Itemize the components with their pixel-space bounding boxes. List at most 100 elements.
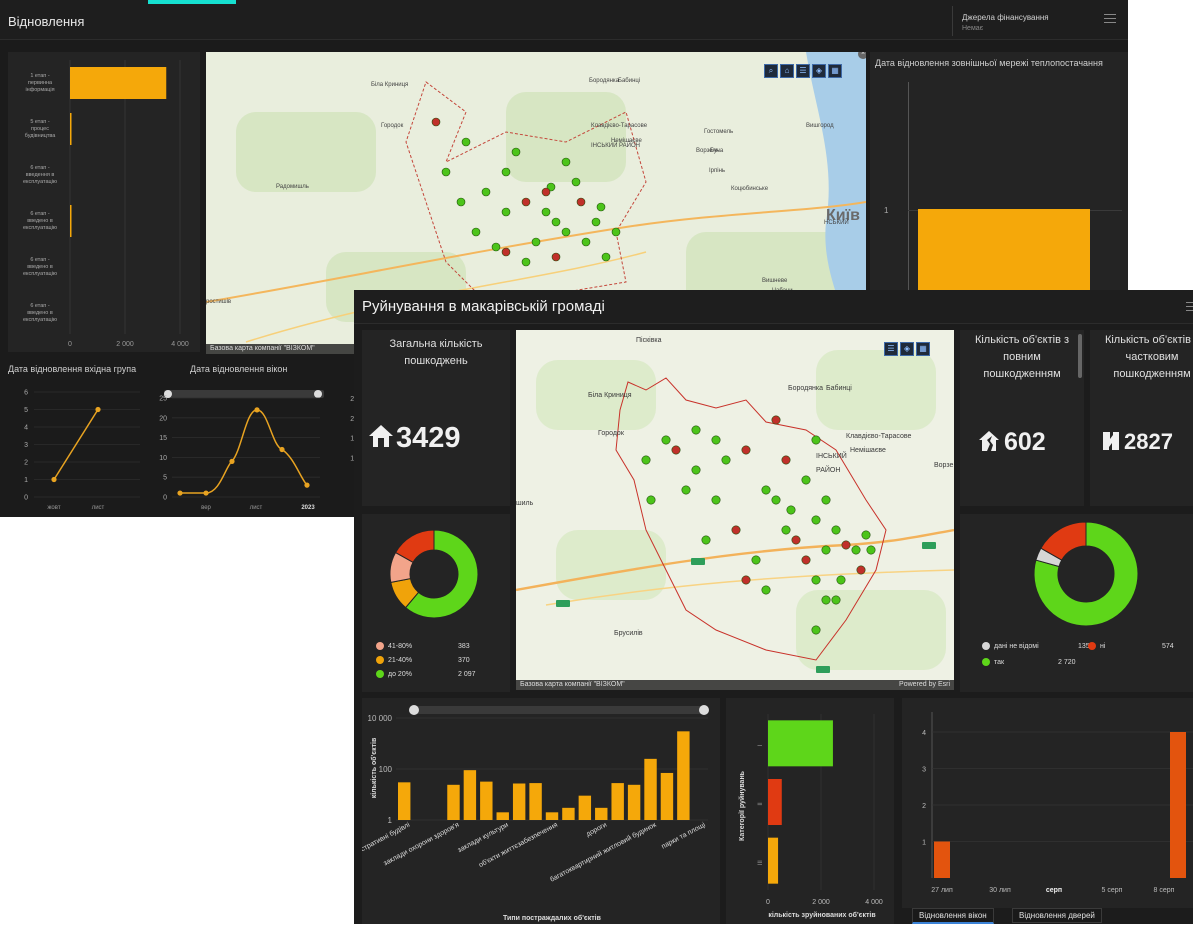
time-x-tick: серп: [1046, 887, 1062, 894]
damage-marker: [646, 495, 656, 505]
damage-marker: [741, 445, 751, 455]
windows-point: [229, 458, 235, 464]
windows-repair-timeline-chart: 1 2 3 4 27 лип 30 лип серп 5 серп 8 серп: [922, 712, 1193, 894]
time-x-tick: 30 лип: [989, 887, 1011, 894]
types-bar: [512, 783, 526, 820]
cats-bar: [768, 837, 779, 884]
stage-category-label: первинна: [28, 80, 53, 86]
types-category-label: дороги: [585, 822, 608, 839]
object-types-panel: 1 100 10 000 адміністративні будівлі заклади…: [342, 698, 720, 924]
accent-mark: [148, 0, 236, 4]
basemap-icon[interactable]: ▦: [916, 342, 930, 356]
damage-marker: [821, 545, 831, 555]
damage-marker: [821, 595, 831, 605]
map-place-label: Коцюбинське: [731, 186, 769, 192]
search-icon[interactable]: ⌕: [764, 64, 778, 78]
cats-bar: [768, 720, 833, 767]
map-place-label: Буча: [710, 148, 724, 154]
legend-row: дані не відомі 135: [982, 642, 1090, 650]
stage-category-label: інформація: [25, 87, 54, 93]
damage-marker: [751, 555, 761, 565]
windows-line: [180, 409, 308, 494]
windows-point: [304, 482, 310, 488]
damage-marker: [791, 535, 801, 545]
windows-point: [279, 446, 285, 453]
damage-marker: [836, 575, 846, 585]
types-bar: [562, 807, 575, 820]
partial-damage-kpi-panel: Кількість об'єктів з частковим пошкоджен…: [1090, 330, 1193, 506]
total-kpi-value: 3429: [396, 422, 461, 454]
heat-y-tick: 1: [884, 206, 889, 215]
stage-category-label: експлуатацію: [23, 179, 57, 185]
legend-icon[interactable]: ☰: [884, 342, 898, 356]
cats-x-tick: 2 000: [812, 899, 830, 906]
full-damage-scroll[interactable]: [1078, 334, 1082, 378]
map-place-label: Клавдієво-Тарасове: [591, 123, 648, 129]
cats-x-label: кількість зруйнованих об'єктів: [768, 911, 876, 919]
damage-marker: [491, 242, 501, 252]
windows-y-tick: 15: [159, 435, 167, 442]
stage-category-label: 6 етап -: [30, 211, 49, 217]
time-bar: [1170, 732, 1186, 878]
damage-marker: [431, 117, 441, 127]
damage-marker: [721, 455, 731, 465]
damage-marker: [591, 217, 601, 227]
cats-y-label: Категорії руйнувань: [738, 770, 746, 841]
legend-swatch: [376, 642, 384, 650]
stage-category-label: 6 етап -: [30, 303, 49, 309]
damage-marker: [671, 445, 681, 455]
legend-value: 2 097: [458, 670, 476, 678]
damage-marker: [661, 435, 671, 445]
damage-marker: [581, 237, 591, 247]
layers-icon[interactable]: ◈: [812, 64, 826, 78]
types-bar: [627, 784, 641, 820]
windows-point: [177, 490, 183, 496]
front-menu-icon[interactable]: [1186, 302, 1193, 312]
entrance-point: [95, 406, 101, 413]
close-icon[interactable]: ×: [858, 52, 866, 59]
menu-icon[interactable]: [1104, 14, 1116, 24]
map-place-label: ІНСЬКИЙ: [816, 451, 847, 460]
road-shield: [816, 666, 830, 673]
map-place-label: Вишневе: [762, 278, 788, 284]
legend-icon[interactable]: ☰: [796, 64, 810, 78]
damage-marker: [576, 197, 586, 207]
map-place-label: Радомишль: [276, 184, 309, 190]
damage-marker: [471, 227, 481, 237]
map-place-label: Клавдієво-Тарасове: [846, 432, 912, 440]
layers-icon[interactable]: ◈: [900, 342, 914, 356]
time-y-tick: 1: [922, 840, 926, 847]
damage-marker: [511, 147, 521, 157]
windows-y-tick: 25: [159, 396, 167, 403]
types-bar: [595, 807, 608, 820]
damage-marker: [831, 525, 841, 535]
damage-marker: [501, 167, 511, 177]
damage-marker: [861, 530, 871, 540]
tab-doors[interactable]: Відновлення дверей: [1012, 908, 1102, 923]
types-category-label: об'єкти життєзабезпечення: [477, 821, 559, 870]
road-shield: [691, 558, 705, 565]
front-map[interactable]: Пісківка Бородянка Бабинці Біла Криниця Горо…: [516, 330, 954, 690]
types-bar: [529, 783, 542, 820]
entrance-chart-title: Дата відновлення вхідна група: [8, 364, 137, 374]
basemap-icon[interactable]: ▦: [828, 64, 842, 78]
damage-marker: [741, 575, 751, 585]
legend-value: 574: [1162, 642, 1174, 650]
stage-x-tick: 4 000: [171, 341, 189, 348]
home-icon[interactable]: ⌂: [780, 64, 794, 78]
cats-x-tick: 4 000: [865, 899, 883, 906]
legend-label: дані не відомі: [994, 642, 1039, 650]
damage-marker: [701, 535, 711, 545]
windows-chart-panel: Дата відновлення вікон 0 5 10 15 20 25 вер лист…: [150, 362, 350, 517]
left-donut-panel: 41-80% 383 21-40% 370 до 20% 2 097: [362, 514, 510, 692]
house-icon: [368, 424, 394, 453]
damage-marker: [691, 465, 701, 475]
stage-category-label: експлуатацію: [23, 317, 57, 323]
types-bar: [644, 758, 657, 820]
map-place-label: Бабинці: [618, 78, 640, 84]
forest-area: [236, 112, 376, 192]
types-category-label: парки та площі: [660, 820, 707, 850]
windows-point: [254, 407, 260, 413]
tab-windows[interactable]: Відновлення вікон: [912, 908, 994, 924]
types-bar: [496, 812, 509, 820]
